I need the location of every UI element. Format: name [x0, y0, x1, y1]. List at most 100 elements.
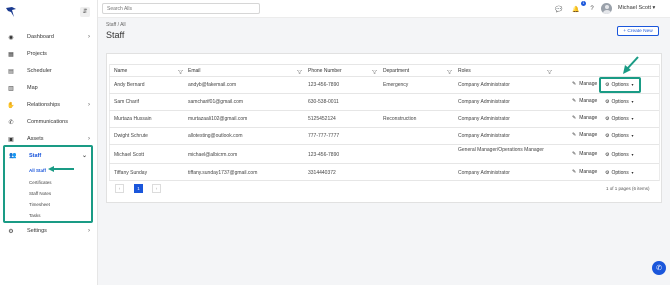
page-1-button[interactable]: 1: [134, 184, 143, 193]
cell-name: Andy Bernard: [114, 82, 145, 88]
calendar-icon: ▤: [8, 68, 14, 75]
collapse-sidebar-button[interactable]: ⇵: [80, 7, 90, 17]
sidebar-item-map[interactable]: ▥ Map: [0, 81, 98, 95]
submenu-tasks[interactable]: Tasks: [29, 213, 41, 218]
cell-email: samcharif01@gmail.com: [188, 99, 244, 105]
column-header-email[interactable]: Email: [188, 68, 201, 74]
submenu-timesheet[interactable]: Timesheet: [29, 202, 50, 207]
cell-phone: 5125452124: [308, 116, 336, 122]
options-dropdown[interactable]: ⚙ Options ▼: [605, 152, 634, 158]
chevron-right-icon: ›: [88, 228, 90, 234]
manage-button[interactable]: ✎ Manage: [572, 132, 597, 138]
chat-support-button[interactable]: ✆: [652, 261, 666, 275]
sidebar-item-label: Scheduler: [27, 68, 52, 74]
row-divider: [109, 144, 659, 145]
users-icon: 👥: [9, 152, 17, 159]
pencil-icon: ✎: [572, 98, 577, 104]
caret-down-icon: ▼: [630, 117, 635, 121]
submenu-staff-notes[interactable]: Staff Notes: [29, 191, 51, 196]
sidebar-item-label: Assets: [27, 136, 44, 142]
filter-icon[interactable]: [297, 70, 302, 74]
options-dropdown[interactable]: ⚙ Options ▼: [605, 170, 634, 176]
user-menu[interactable]: Michael Scott ▾: [618, 5, 655, 11]
cell-email: murtazaali102@gmail.com: [188, 116, 248, 122]
row-divider: [109, 127, 659, 128]
chat-icon[interactable]: 💬: [555, 5, 563, 13]
filter-icon[interactable]: [447, 70, 452, 74]
column-header-roles[interactable]: Roles: [458, 68, 471, 74]
staff-menu-group: 👥 Staff ⌄ All Staff Certificates Staff N…: [3, 145, 93, 223]
cell-roles: Company Administrator: [458, 133, 510, 139]
filter-icon[interactable]: [178, 70, 183, 74]
row-divider: [109, 163, 659, 164]
sidebar-item-label: Dashboard: [27, 34, 54, 40]
sidebar-item-settings[interactable]: ⚙ Settings ›: [0, 224, 98, 238]
options-dropdown[interactable]: ⚙ Options ▼: [605, 99, 634, 105]
options-label: Options: [611, 116, 629, 122]
avatar[interactable]: [601, 3, 612, 14]
dashboard-icon: ◉: [8, 34, 14, 41]
next-page-button[interactable]: ›: [152, 184, 161, 193]
options-label: Options: [611, 99, 629, 105]
sidebar-item-label: Map: [27, 85, 38, 91]
options-dropdown[interactable]: ⚙ Options ▼: [605, 133, 634, 139]
pagination-info: 1 of 1 pages (6 items): [606, 186, 650, 191]
caret-down-icon: ▼: [630, 134, 635, 138]
chevron-right-icon: ›: [88, 102, 90, 108]
sidebar-item-label: Relationships: [27, 102, 61, 108]
cell-roles: Company Administrator: [458, 116, 510, 122]
cell-roles: Company Administrator: [458, 99, 510, 105]
caret-down-icon: ▼: [630, 171, 635, 175]
annotation-arrow-left-icon: [48, 166, 74, 172]
cell-phone: 123-456-7890: [308, 82, 340, 88]
manage-button[interactable]: ✎ Manage: [572, 115, 597, 121]
pencil-icon: ✎: [572, 151, 577, 157]
projects-icon: ▦: [8, 51, 14, 58]
sidebar: ⇵ ◉ Dashboard › ▦ Projects ▤ Scheduler ▥…: [0, 0, 98, 285]
table-border: [109, 64, 659, 65]
row-divider: [109, 93, 659, 94]
row-divider: [109, 76, 659, 77]
gear-icon: ⚙: [605, 152, 610, 158]
pencil-icon: ✎: [572, 81, 577, 87]
filter-icon[interactable]: [372, 70, 377, 74]
filter-icon[interactable]: [547, 70, 552, 74]
pencil-icon: ✎: [572, 115, 577, 121]
sidebar-item-dashboard[interactable]: ◉ Dashboard ›: [0, 30, 98, 44]
cell-department: Emergency: [383, 82, 409, 88]
map-icon: ▥: [8, 85, 14, 92]
sidebar-item-projects[interactable]: ▦ Projects: [0, 47, 98, 61]
manage-button[interactable]: ✎ Manage: [572, 98, 597, 104]
pencil-icon: ✎: [572, 169, 577, 175]
sidebar-item-scheduler[interactable]: ▤ Scheduler: [0, 64, 98, 78]
column-header-phone[interactable]: Phone Number: [308, 68, 342, 74]
options-highlight-box: [599, 77, 641, 93]
column-header-name[interactable]: Name: [114, 68, 127, 74]
manage-button[interactable]: ✎ Manage: [572, 81, 597, 87]
sidebar-item-label: Communications: [27, 119, 68, 125]
help-circle-icon[interactable]: ?: [588, 5, 596, 13]
column-header-department[interactable]: Department: [383, 68, 409, 74]
manage-label: Manage: [579, 115, 598, 121]
bell-icon[interactable]: 🔔: [572, 5, 580, 13]
search-input[interactable]: [102, 3, 260, 14]
prev-page-button[interactable]: ‹: [115, 184, 124, 193]
cell-name: Murtaza Hussain: [114, 116, 152, 122]
sidebar-item-assets[interactable]: ▣ Assets ›: [0, 132, 98, 146]
pencil-icon: ✎: [572, 132, 577, 138]
sidebar-item-staff[interactable]: 👥 Staff ⌄: [5, 149, 91, 162]
sidebar-item-communications[interactable]: ✆ Communications: [0, 115, 98, 129]
cell-roles: Company Administrator: [458, 82, 510, 88]
manage-button[interactable]: ✎ Manage: [572, 151, 597, 157]
gear-icon: ⚙: [8, 228, 14, 235]
options-dropdown[interactable]: ⚙ Options ▼: [605, 116, 634, 122]
sidebar-item-relationships[interactable]: ✋ Relationships ›: [0, 98, 98, 112]
manage-button[interactable]: ✎ Manage: [572, 169, 597, 175]
app-logo[interactable]: [5, 6, 17, 18]
breadcrumb[interactable]: Staff / All: [106, 22, 126, 28]
gear-icon: ⚙: [605, 116, 610, 122]
create-new-button[interactable]: + Create New: [617, 26, 659, 36]
submenu-all-staff[interactable]: All Staff: [29, 168, 46, 173]
submenu-certificates[interactable]: Certificates: [29, 180, 52, 185]
manage-label: Manage: [579, 132, 598, 138]
